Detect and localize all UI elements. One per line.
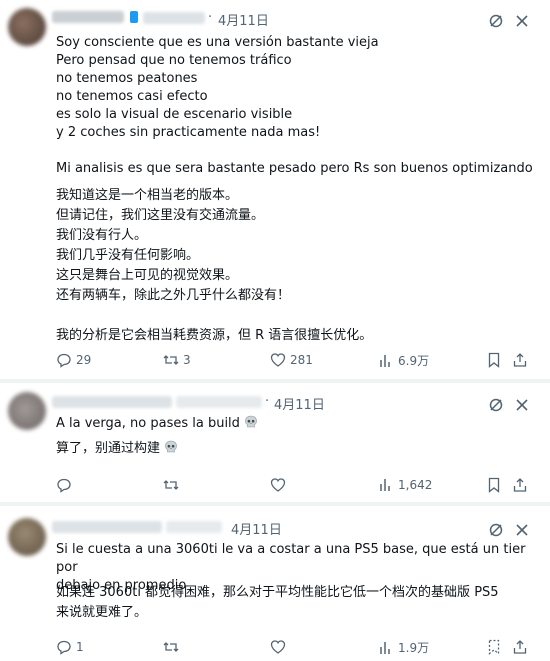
tweet-text-translation: 算了，别通过构建 [56, 439, 536, 459]
separator-dot: · [265, 394, 270, 409]
like-icon [270, 478, 286, 492]
retweet-button[interactable] [163, 477, 183, 493]
views-count: 6.9万 [398, 354, 430, 368]
reply-button[interactable]: 1 [56, 639, 84, 655]
grok-icon[interactable] [488, 522, 504, 538]
views-count: 1,642 [398, 478, 433, 492]
author-handle-blurred[interactable] [166, 521, 222, 533]
author-name-blurred[interactable] [52, 521, 162, 533]
tweet-1[interactable]: · 4月11日 Soy consciente que es una versió… [0, 0, 550, 380]
like-icon [270, 353, 286, 367]
tweet-text-original: Soy consciente que es una versión bastan… [56, 35, 533, 176]
tweet-date[interactable]: 4月11日 [231, 519, 282, 538]
share-button[interactable] [512, 352, 528, 368]
reply-icon [57, 478, 71, 493]
retweet-button[interactable]: 3 [163, 352, 191, 368]
avatar[interactable] [8, 8, 46, 46]
views-icon [380, 354, 390, 367]
share-button[interactable] [512, 477, 528, 493]
views-count: 1.9万 [398, 641, 430, 655]
separator-dot: · [208, 10, 213, 25]
like-count: 281 [290, 353, 313, 367]
verified-icon [130, 11, 138, 23]
retweet-icon [163, 480, 179, 490]
bookmark-icon [488, 639, 500, 655]
reply-count: 1 [76, 640, 84, 654]
skull-emoji [245, 415, 257, 428]
retweet-count: 3 [183, 353, 191, 367]
close-icon[interactable] [513, 521, 531, 539]
tweet-actions: 29 3 281 6.9万 [56, 352, 530, 372]
close-icon[interactable] [513, 12, 531, 30]
tweet-actions: 1,642 [56, 477, 530, 497]
like-button[interactable]: 281 [270, 352, 313, 368]
tweet-2[interactable]: · 4月11日 A la verga, no pases la build 算了… [0, 383, 550, 501]
like-button[interactable] [270, 477, 290, 493]
close-icon[interactable] [513, 396, 531, 414]
retweet-icon [163, 355, 179, 365]
tweet-3[interactable]: 4月11日 Si le cuesta a una 3060ti le va a … [0, 506, 550, 661]
bookmark-button[interactable] [486, 639, 502, 655]
author-handle-blurred[interactable] [176, 396, 262, 408]
reply-button[interactable]: 29 [56, 352, 91, 368]
tweet-actions: 1 1.9万 [56, 639, 530, 659]
views-button[interactable]: 1.9万 [378, 639, 429, 656]
tweet-date[interactable]: 4月11日 [274, 394, 325, 413]
share-button[interactable] [512, 639, 528, 655]
views-button[interactable]: 1,642 [378, 477, 432, 493]
author-name-blurred[interactable] [52, 396, 172, 408]
author-name-blurred[interactable] [52, 11, 124, 23]
avatar[interactable] [8, 518, 46, 556]
author-handle-blurred[interactable] [143, 12, 205, 24]
grok-icon[interactable] [488, 13, 504, 29]
share-icon [513, 353, 527, 367]
views-icon [380, 641, 390, 654]
tweet-date[interactable]: 4月11日 [218, 10, 269, 29]
tweet-text-translation: 如果连 3060ti 都觉得困难，那么对于平均性能比它低一个档次的基础版 PS5… [56, 585, 499, 620]
bookmark-button[interactable] [486, 477, 502, 493]
reply-button[interactable] [56, 477, 76, 493]
retweet-button[interactable] [163, 639, 183, 655]
bookmark-icon [488, 352, 500, 368]
reply-icon [57, 353, 71, 368]
grok-icon[interactable] [488, 397, 504, 413]
tweet-text-original: A la verga, no pases la build [56, 415, 536, 433]
reply-count: 29 [76, 353, 92, 367]
tweet-text-translation: 我知道这是一个相当老的版本。 但请记住，我们这里没有交通流量。 我们没有行人。 … [56, 188, 373, 343]
views-button[interactable]: 6.9万 [378, 352, 429, 369]
like-icon [270, 640, 286, 654]
skull-emoji [165, 440, 177, 453]
share-icon [513, 478, 527, 492]
bookmark-button[interactable] [486, 352, 502, 368]
share-icon [513, 640, 527, 654]
bookmark-icon [488, 477, 500, 493]
retweet-icon [163, 642, 179, 652]
views-icon [380, 479, 390, 491]
like-button[interactable] [270, 639, 290, 655]
reply-icon [57, 640, 71, 655]
avatar[interactable] [8, 392, 46, 430]
